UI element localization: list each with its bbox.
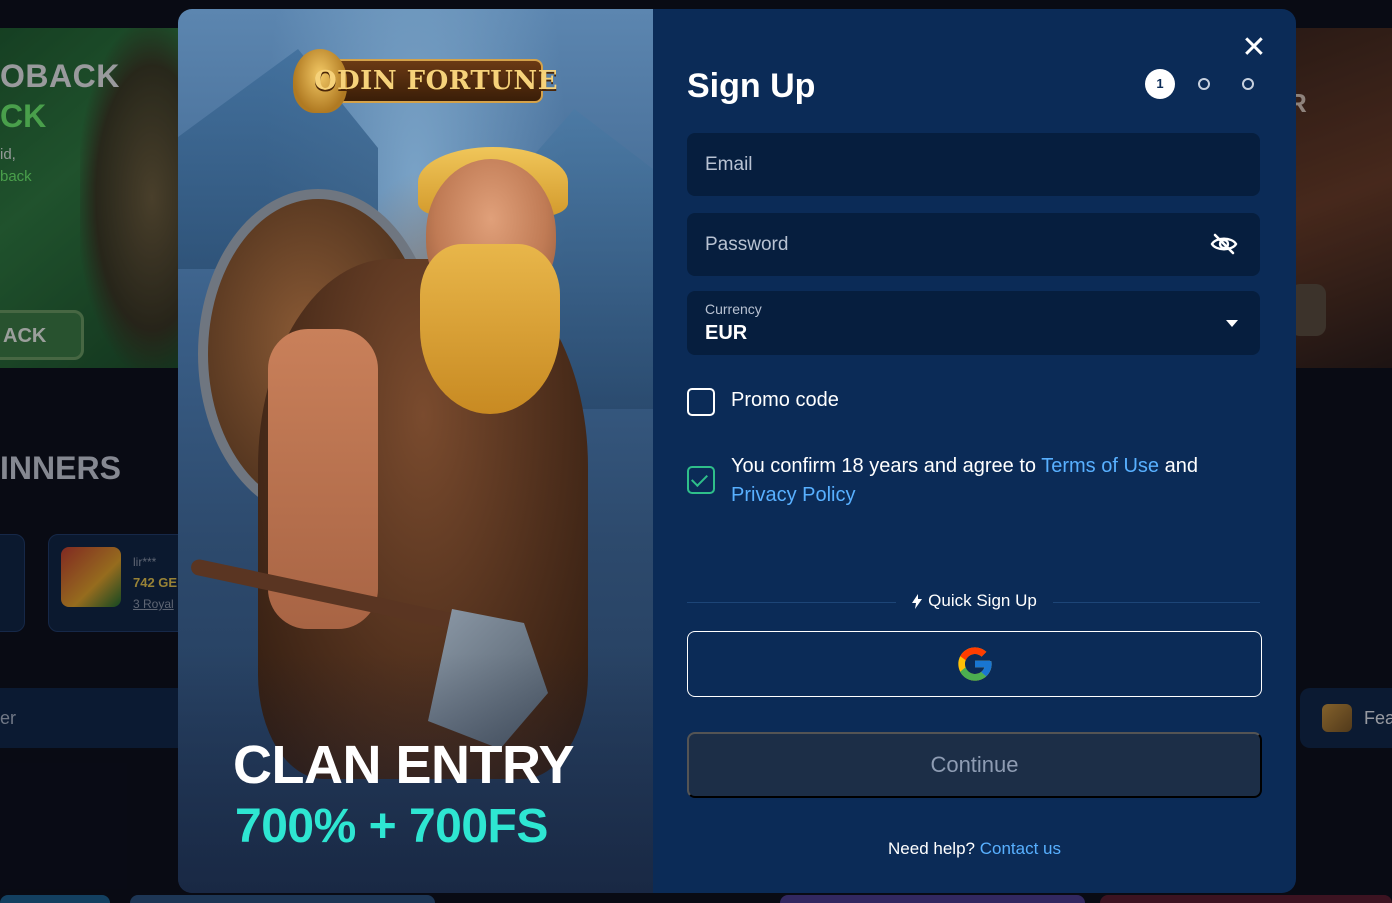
google-icon [957, 647, 992, 681]
help-label: Need help? [888, 839, 975, 858]
step-3-indicator [1242, 78, 1254, 90]
terms-text: You confirm 18 years and agree to Terms … [731, 452, 1251, 510]
currency-value: EUR [705, 322, 748, 344]
chevron-down-icon [1226, 320, 1238, 327]
google-signup-button[interactable] [687, 631, 1262, 697]
quick-signup-heading: Quick Sign Up [653, 591, 1296, 614]
lightning-icon [912, 593, 923, 609]
signup-modal: ODIN FORTUNE CLAN ENTRY 700% + 700FS ✕ S… [178, 9, 1296, 893]
terms-text-before: You confirm 18 years and agree to [731, 455, 1042, 477]
logo-text: ODIN FORTUNE [313, 66, 559, 96]
email-field-container [687, 133, 1260, 196]
checkmark-icon [691, 470, 708, 487]
step-indicator: 1 [1143, 69, 1273, 99]
password-field-container [687, 213, 1260, 276]
step-1-indicator: 1 [1145, 69, 1175, 99]
eye-off-icon[interactable] [1210, 232, 1238, 256]
signup-form-panel: ✕ Sign Up 1 Currency EUR Promo code [653, 9, 1296, 893]
password-field[interactable] [687, 213, 1260, 276]
promo-offer: 700% + 700FS [235, 800, 548, 853]
email-field[interactable] [687, 133, 1260, 196]
terms-text-middle: and [1159, 455, 1198, 477]
help-text: Need help? Contact us [653, 839, 1296, 859]
currency-label: Currency [705, 301, 762, 317]
contact-us-link[interactable]: Contact us [980, 839, 1061, 858]
viking-beard-art [420, 244, 560, 414]
terms-of-use-link[interactable]: Terms of Use [1041, 455, 1159, 477]
step-2-indicator [1198, 78, 1210, 90]
terms-checkbox[interactable] [687, 466, 715, 494]
promo-code-label[interactable]: Promo code [731, 389, 839, 412]
odin-fortune-logo: ODIN FORTUNE [293, 49, 558, 113]
modal-title: Sign Up [687, 67, 816, 105]
promo-code-checkbox[interactable] [687, 388, 715, 416]
promo-artwork: ODIN FORTUNE CLAN ENTRY 700% + 700FS [178, 9, 653, 893]
currency-select[interactable]: Currency EUR [687, 291, 1260, 355]
continue-button[interactable]: Continue [687, 732, 1262, 798]
privacy-policy-link[interactable]: Privacy Policy [731, 484, 855, 506]
quick-signup-label: Quick Sign Up [928, 591, 1037, 610]
promo-headline: CLAN ENTRY [233, 735, 575, 795]
close-icon[interactable]: ✕ [1240, 33, 1268, 63]
